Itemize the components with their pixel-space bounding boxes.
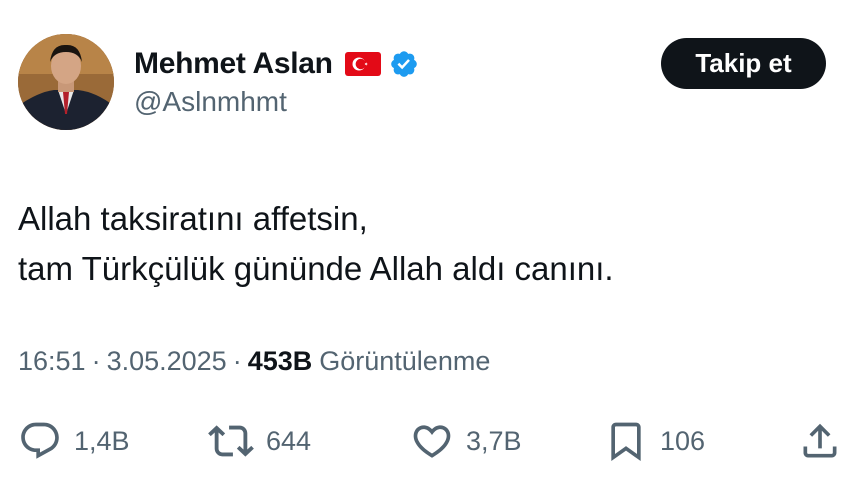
tweet-meta: 16:51 · 3.05.2025 · 453B Görüntülenme xyxy=(18,346,490,377)
tweet-text-line: Allah taksiratını affetsin, xyxy=(18,200,368,237)
turkey-flag-icon xyxy=(344,52,381,76)
views-count: 453B xyxy=(247,346,313,376)
retweet-icon xyxy=(208,425,254,457)
share-icon xyxy=(803,423,837,458)
tweet-text: Allah taksiratını affetsin, tam Türkçülü… xyxy=(18,194,614,294)
bookmark-count: 106 xyxy=(660,425,706,456)
reply-icon xyxy=(21,422,59,459)
meta-separator: · xyxy=(91,346,101,376)
tweet-time[interactable]: 16:51 xyxy=(18,346,86,377)
retweet-count: 644 xyxy=(266,425,312,456)
action-bar: 1,4B 644 3,7B 106 xyxy=(0,416,868,466)
heart-icon xyxy=(413,425,451,458)
author-row: Mehmet Aslan xyxy=(134,44,419,84)
like-count: 3,7B xyxy=(466,425,522,456)
meta-separator: · xyxy=(232,346,242,376)
share-button[interactable] xyxy=(798,416,842,466)
avatar[interactable] xyxy=(18,34,114,130)
like-button[interactable]: 3,7B xyxy=(410,416,522,466)
avatar-image xyxy=(18,34,114,130)
reply-button[interactable]: 1,4B xyxy=(18,416,130,466)
author-display-name[interactable]: Mehmet Aslan xyxy=(134,47,333,81)
retweet-button[interactable]: 644 xyxy=(208,416,311,466)
bookmark-button[interactable]: 106 xyxy=(604,416,705,466)
tweet-date[interactable]: 3.05.2025 xyxy=(107,346,227,377)
reply-count: 1,4B xyxy=(74,425,130,456)
author-handle[interactable]: @Aslnmhmt xyxy=(134,86,287,118)
tweet-text-line: tam Türkçülük gününde Allah aldı canını. xyxy=(18,250,614,287)
follow-button[interactable]: Takip et xyxy=(661,38,826,89)
bookmark-icon xyxy=(611,422,641,462)
verified-badge-icon xyxy=(390,51,417,77)
views-label: Görüntülenme xyxy=(319,346,491,376)
